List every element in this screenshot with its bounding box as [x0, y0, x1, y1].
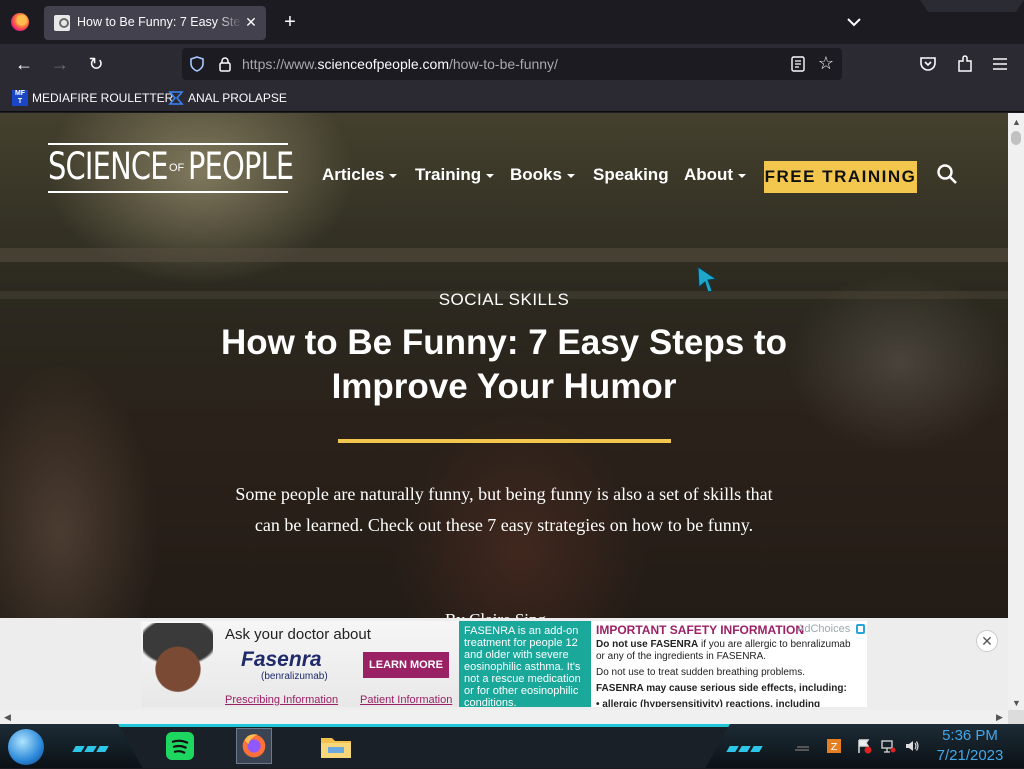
site-favicon-icon	[54, 15, 70, 31]
svg-text:Z: Z	[831, 742, 838, 753]
navigation-toolbar: ← → ↻ https://www.scienceofpeople.com/ho…	[0, 44, 1024, 84]
nav-about[interactable]: About	[684, 165, 747, 185]
ad-banner: Ask your doctor about Fasenra (benralizu…	[0, 618, 1008, 710]
reload-button[interactable]: ↻	[82, 50, 110, 78]
site-logo[interactable]: SCIENCE OF PEOPLE	[48, 143, 294, 193]
title-divider	[338, 439, 671, 443]
reader-view-icon[interactable]	[790, 56, 806, 72]
bookmark-icon	[168, 91, 184, 105]
file-explorer-icon[interactable]	[318, 728, 354, 764]
window-decoration	[920, 0, 1024, 12]
ad-indication-text: FASENRA is an add-on treatment for peopl…	[459, 621, 591, 709]
taskbar: Z 5:36 PM 7/21/2023	[0, 724, 1024, 768]
firefox-icon[interactable]	[236, 728, 272, 764]
article-title: How to Be Funny: 7 Easy Steps to Improve…	[221, 323, 787, 406]
ad-brand: Fasenra	[241, 648, 322, 671]
ad-person-image	[143, 623, 213, 707]
caret-down-icon	[738, 173, 747, 178]
ad-isi-line: Do not use to treat sudden breathing pro…	[596, 667, 806, 678]
scroll-thumb[interactable]	[1011, 131, 1021, 145]
start-orb-icon[interactable]	[8, 729, 44, 765]
back-button[interactable]: ←	[10, 50, 38, 78]
bookmark-star-icon[interactable]: ☆	[816, 53, 836, 73]
ad-headline: Ask your doctor about	[225, 626, 371, 643]
caret-down-icon	[566, 173, 575, 178]
ad-isi-line: FASENRA may cause serious side effects, …	[596, 683, 847, 694]
scroll-right-icon[interactable]: ▶	[996, 712, 1003, 723]
adchoices-icon[interactable]	[856, 624, 865, 634]
new-tab-button[interactable]: +	[278, 10, 302, 34]
clock-date: 7/21/2023	[936, 747, 1004, 764]
system-clock[interactable]: 5:36 PM 7/21/2023	[930, 726, 1010, 766]
ad-safety-info[interactable]: IMPORTANT SAFETY INFORMATION AdChoices D…	[591, 621, 867, 707]
tab-strip: How to Be Funny: 7 Easy Steps to Improve…	[0, 0, 1024, 44]
nav-books[interactable]: Books	[510, 165, 575, 185]
tray-decoration-icon	[794, 738, 810, 754]
ad-isi-line: • allergic (hypersensitivity) reactions,…	[596, 699, 821, 707]
flag-icon[interactable]	[856, 738, 872, 754]
scroll-left-icon[interactable]: ◀	[4, 712, 11, 723]
ad-generic-name: (benralizumab)	[261, 671, 328, 682]
spotify-icon[interactable]	[162, 728, 198, 764]
chevron-down-icon[interactable]	[842, 10, 866, 34]
extensions-icon[interactable]	[955, 54, 975, 74]
ad-prescribing-link[interactable]: Prescribing Information	[225, 694, 338, 706]
bookmark-label: MEDIAFIRE ROULETTER	[32, 91, 174, 105]
network-icon[interactable]	[880, 738, 896, 754]
logo-word-science: SCIENCE	[48, 145, 169, 188]
ad-close-icon[interactable]: ✕	[976, 630, 998, 652]
caret-down-icon	[389, 173, 398, 178]
forward-button[interactable]: →	[46, 50, 74, 78]
scrollbar-corner	[1008, 710, 1024, 724]
shield-icon[interactable]	[190, 56, 204, 72]
vertical-scrollbar[interactable]: ▲ ▼	[1008, 113, 1024, 710]
browser-tab[interactable]: How to Be Funny: 7 Easy Steps to Improve…	[44, 6, 266, 40]
scroll-up-icon[interactable]: ▲	[1012, 117, 1021, 127]
hamburger-menu-icon[interactable]	[990, 54, 1010, 74]
logo-word-of: OF	[169, 162, 185, 174]
nav-training[interactable]: Training	[415, 165, 495, 185]
taskbar-center-panel	[118, 724, 730, 768]
adchoices-label[interactable]: AdChoices	[797, 623, 850, 635]
article-lede: Some people are naturally funny, but bei…	[235, 484, 773, 535]
ad-learn-more-button[interactable]: LEARN MORE	[363, 652, 449, 678]
tab-close-icon[interactable]: ✕	[242, 13, 260, 31]
address-bar[interactable]: https://www.scienceofpeople.com/how-to-b…	[182, 48, 842, 80]
nav-speaking[interactable]: Speaking	[593, 165, 669, 185]
tab-title: How to Be Funny: 7 Easy Steps to Improve…	[77, 15, 242, 29]
bookmark-label: ANAL PROLAPSE	[188, 91, 287, 105]
search-icon[interactable]	[936, 163, 958, 185]
lock-icon[interactable]	[218, 56, 232, 72]
tray-app-icon[interactable]: Z	[826, 738, 842, 754]
firefox-menu-icon[interactable]	[11, 13, 29, 31]
free-training-button[interactable]: FREE TRAINING	[764, 161, 917, 193]
ad-creative[interactable]: Ask your doctor about Fasenra (benralizu…	[141, 621, 459, 707]
taskbar-decoration	[72, 739, 112, 752]
bookmarks-toolbar: MF T MEDIAFIRE ROULETTER ANAL PROLAPSE	[0, 84, 1024, 112]
horizontal-scrollbar[interactable]: ◀ ▶	[0, 710, 1024, 724]
clock-time: 5:36 PM	[942, 727, 998, 744]
url-text[interactable]: https://www.scienceofpeople.com/how-to-b…	[242, 56, 558, 72]
pocket-icon[interactable]	[918, 54, 938, 74]
scroll-down-icon[interactable]: ▼	[1012, 698, 1021, 708]
volume-icon[interactable]	[904, 738, 920, 754]
logo-word-people: PEOPLE	[188, 145, 294, 188]
article-category[interactable]: SOCIAL SKILLS	[0, 290, 1008, 310]
ad-patient-link[interactable]: Patient Information	[360, 694, 452, 706]
caret-down-icon	[486, 173, 495, 178]
nav-articles[interactable]: Articles	[322, 165, 398, 185]
ad-isi-line: Do not use FASENRA if you are allergic t…	[596, 639, 851, 662]
taskbar-decoration	[726, 739, 766, 752]
mediafire-icon: MF T	[12, 90, 28, 106]
